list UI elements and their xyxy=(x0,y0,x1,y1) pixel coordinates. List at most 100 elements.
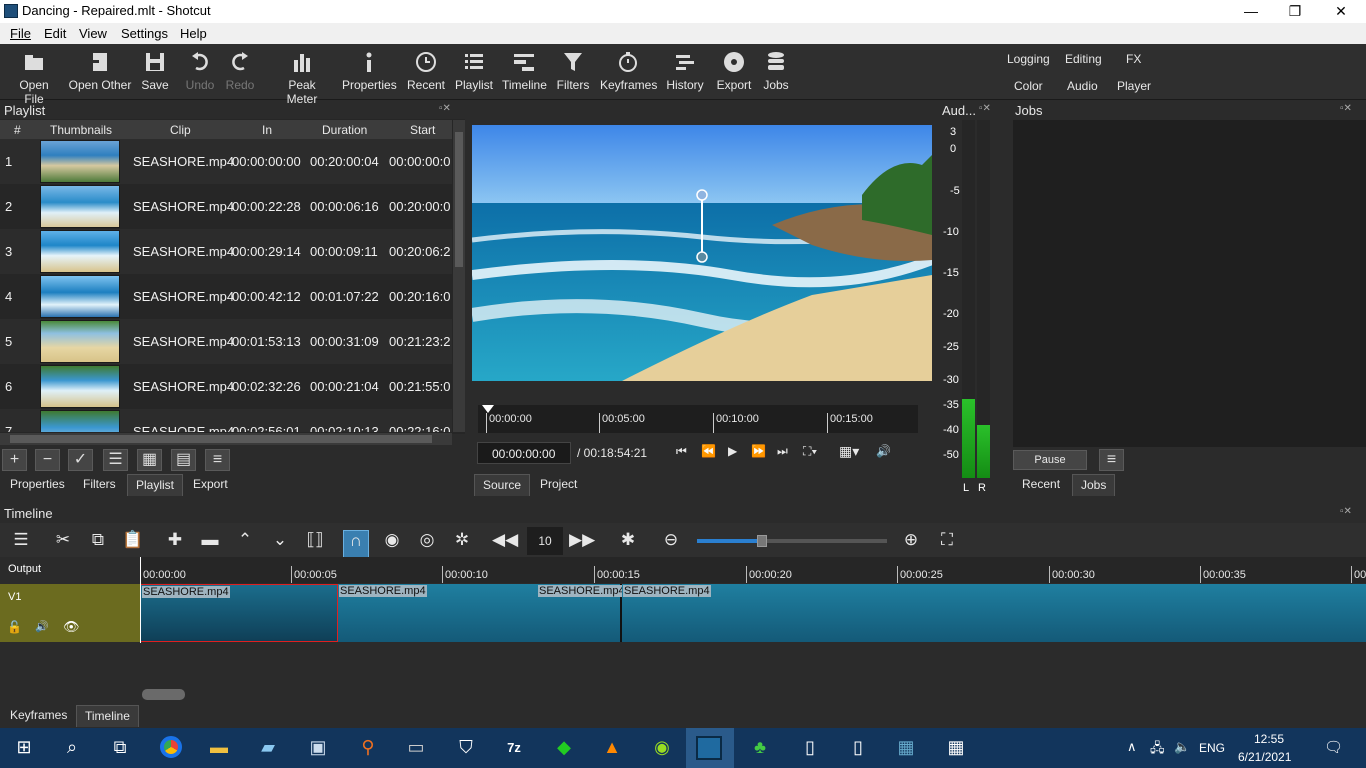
v1-track-header[interactable]: V1 🔓 🔊 👁 xyxy=(0,584,140,642)
overwrite-icon[interactable]: ⌄ xyxy=(267,530,293,550)
zoom-fit-timeline-icon[interactable]: ⛶ xyxy=(934,530,960,550)
tab-jobs[interactable]: Jobs xyxy=(1072,474,1116,496)
update-clip-button[interactable]: ✓ xyxy=(68,449,93,471)
keyframes-button[interactable]: Keyframes xyxy=(600,50,657,92)
zoom-in-marker-icon[interactable]: ▶▶ xyxy=(569,530,595,550)
tab-playlist[interactable]: Playlist xyxy=(127,474,184,496)
calculator-icon[interactable]: ▦ xyxy=(942,733,970,761)
paint-icon[interactable]: ◆ xyxy=(550,733,578,761)
clock-time[interactable]: 12:55 xyxy=(1254,732,1284,746)
zoom-value-field[interactable]: 10 xyxy=(527,527,563,555)
remove-icon[interactable]: ▬ xyxy=(197,530,223,550)
jobs-menu-button[interactable]: ≡ xyxy=(1099,449,1124,471)
skip-next-icon[interactable]: ⏭ xyxy=(777,444,788,459)
clock-date[interactable]: 6/21/2021 xyxy=(1238,750,1291,764)
timeline-dock-buttons[interactable]: ▫✕ xyxy=(1340,506,1352,517)
shotcut-taskbar-active[interactable] xyxy=(686,728,734,768)
add-clip-button[interactable]: + xyxy=(2,449,27,471)
player-scrubber[interactable]: 00:00:00 00:05:00 00:10:00 00:15:00 xyxy=(478,405,918,433)
remove-clip-button[interactable]: − xyxy=(35,449,60,471)
mute-icon[interactable]: 🔊 xyxy=(35,620,49,633)
network-app-icon[interactable]: ▣ xyxy=(304,733,332,761)
properties-button[interactable]: Properties xyxy=(342,50,397,92)
fast-forward-icon[interactable]: ⏩ xyxy=(751,444,766,458)
media-player-icon[interactable]: ◉ xyxy=(648,733,676,761)
peak-meter-button[interactable]: Peak Meter xyxy=(272,50,332,106)
icons-view-button[interactable]: ▤ xyxy=(171,449,196,471)
volume-icon[interactable]: 🔊 xyxy=(876,444,891,458)
timeline-button[interactable]: Timeline xyxy=(502,50,547,92)
layout-logging[interactable]: Logging xyxy=(1007,52,1050,66)
table-row[interactable]: 6 SEASHORE.mp4 00:02:32:26 00:00:21:04 0… xyxy=(0,364,452,409)
tiles-view-button[interactable]: ▦ xyxy=(137,449,162,471)
undo-button[interactable]: Undo xyxy=(184,50,216,92)
scrollbar-thumb[interactable] xyxy=(455,132,463,267)
export-button[interactable]: Export xyxy=(714,50,754,92)
table-row[interactable]: 2 SEASHORE.mp4 00:00:22:28 00:00:06:16 0… xyxy=(0,184,452,229)
chrome-icon[interactable] xyxy=(157,733,185,761)
details-view-button[interactable]: ☰ xyxy=(103,449,128,471)
clip-selected[interactable]: SEASHORE.mp4 xyxy=(140,584,338,642)
document-icon[interactable]: ▯ xyxy=(844,733,872,761)
eye-icon[interactable]: 👁 xyxy=(63,619,80,635)
snap-magnet-icon[interactable]: ∩ xyxy=(343,530,369,558)
document-icon[interactable]: ▯ xyxy=(796,733,824,761)
play-icon[interactable]: ▶ xyxy=(728,444,737,458)
timeline-scrollbar-thumb[interactable] xyxy=(142,689,185,700)
video-preview[interactable] xyxy=(472,125,932,381)
tab-properties[interactable]: Properties xyxy=(2,474,73,496)
table-row[interactable]: 3 SEASHORE.mp4 00:00:29:14 00:00:09:11 0… xyxy=(0,229,452,274)
timeline-menu-icon[interactable]: ☰ xyxy=(8,530,34,550)
markers-icon[interactable]: ✱ xyxy=(615,530,641,550)
menu-file[interactable]: File xyxy=(10,26,31,41)
network-icon[interactable]: 🖧 xyxy=(1150,739,1165,761)
col-in[interactable]: In xyxy=(262,123,272,137)
layout-player[interactable]: Player xyxy=(1117,79,1151,93)
pause-button[interactable]: Pause xyxy=(1013,450,1087,470)
open-other-button[interactable]: Open Other xyxy=(68,50,132,92)
language-indicator[interactable]: ENG xyxy=(1199,741,1225,755)
tab-keyframes[interactable]: Keyframes xyxy=(2,705,75,727)
paste-icon[interactable]: 📋 xyxy=(120,530,146,550)
minimize-button[interactable]: — xyxy=(1228,0,1274,23)
playlist-horizontal-scrollbar[interactable] xyxy=(0,433,452,445)
recent-button[interactable]: Recent xyxy=(406,50,446,92)
table-row[interactable]: 5 SEASHORE.mp4 00:01:53:13 00:00:31:09 0… xyxy=(0,319,452,364)
menu-help[interactable]: Help xyxy=(180,26,207,41)
cut-icon[interactable]: ✂ xyxy=(50,530,76,550)
layout-editing[interactable]: Editing xyxy=(1065,52,1102,66)
table-row[interactable]: 7 SEASHORE.mp4 00:02:56:01 00:02:10:13 0… xyxy=(0,409,452,432)
clip[interactable]: SEASHORE.mp4 xyxy=(622,584,1366,642)
zoom-in-icon[interactable]: ⊕ xyxy=(898,530,924,550)
table-row[interactable]: 1 SEASHORE.mp4 00:00:00:00 00:20:00:04 0… xyxy=(0,139,452,184)
playlist-vertical-scrollbar[interactable] xyxy=(453,120,465,432)
zoom-fit-icon[interactable]: ⛶▾ xyxy=(803,444,817,459)
col-thumbnails[interactable]: Thumbnails xyxy=(50,123,112,137)
lift-icon[interactable]: ⌃ xyxy=(232,530,258,550)
vlc-icon[interactable]: ▲ xyxy=(598,733,626,761)
tab-export[interactable]: Export xyxy=(185,474,236,496)
redo-button[interactable]: Redo xyxy=(224,50,256,92)
skip-previous-icon[interactable]: ⏮ xyxy=(676,444,687,459)
7zip-icon[interactable]: 7z xyxy=(500,733,528,761)
scrollbar-thumb[interactable] xyxy=(10,435,432,443)
split-icon[interactable]: ⟦⟧ xyxy=(302,530,328,550)
task-view-icon[interactable]: ⧉ xyxy=(106,733,134,761)
col-duration[interactable]: Duration xyxy=(322,123,367,137)
playhead-icon[interactable] xyxy=(482,405,494,413)
col-number[interactable]: # xyxy=(14,123,21,137)
bittorrent-icon[interactable]: ♣ xyxy=(746,733,774,761)
open-file-button[interactable]: Open File xyxy=(8,50,60,106)
file-explorer-icon[interactable]: ▬ xyxy=(205,733,233,761)
zoom-slider[interactable] xyxy=(697,535,887,547)
table-row[interactable]: 4 SEASHORE.mp4 00:00:42:12 00:01:07:22 0… xyxy=(0,274,452,319)
zoom-out-marker-icon[interactable]: ◀◀ xyxy=(492,530,518,550)
append-icon[interactable]: ✚ xyxy=(162,530,188,550)
search-icon[interactable]: ⌕ xyxy=(58,733,86,761)
tab-recent[interactable]: Recent xyxy=(1014,474,1068,496)
chevron-up-icon[interactable]: ∧ xyxy=(1127,739,1137,755)
col-start[interactable]: Start xyxy=(410,123,435,137)
rewind-icon[interactable]: ⏪ xyxy=(701,444,716,458)
jobs-dock-buttons[interactable]: ▫✕ xyxy=(1340,103,1352,114)
filters-button[interactable]: Filters xyxy=(554,50,592,92)
